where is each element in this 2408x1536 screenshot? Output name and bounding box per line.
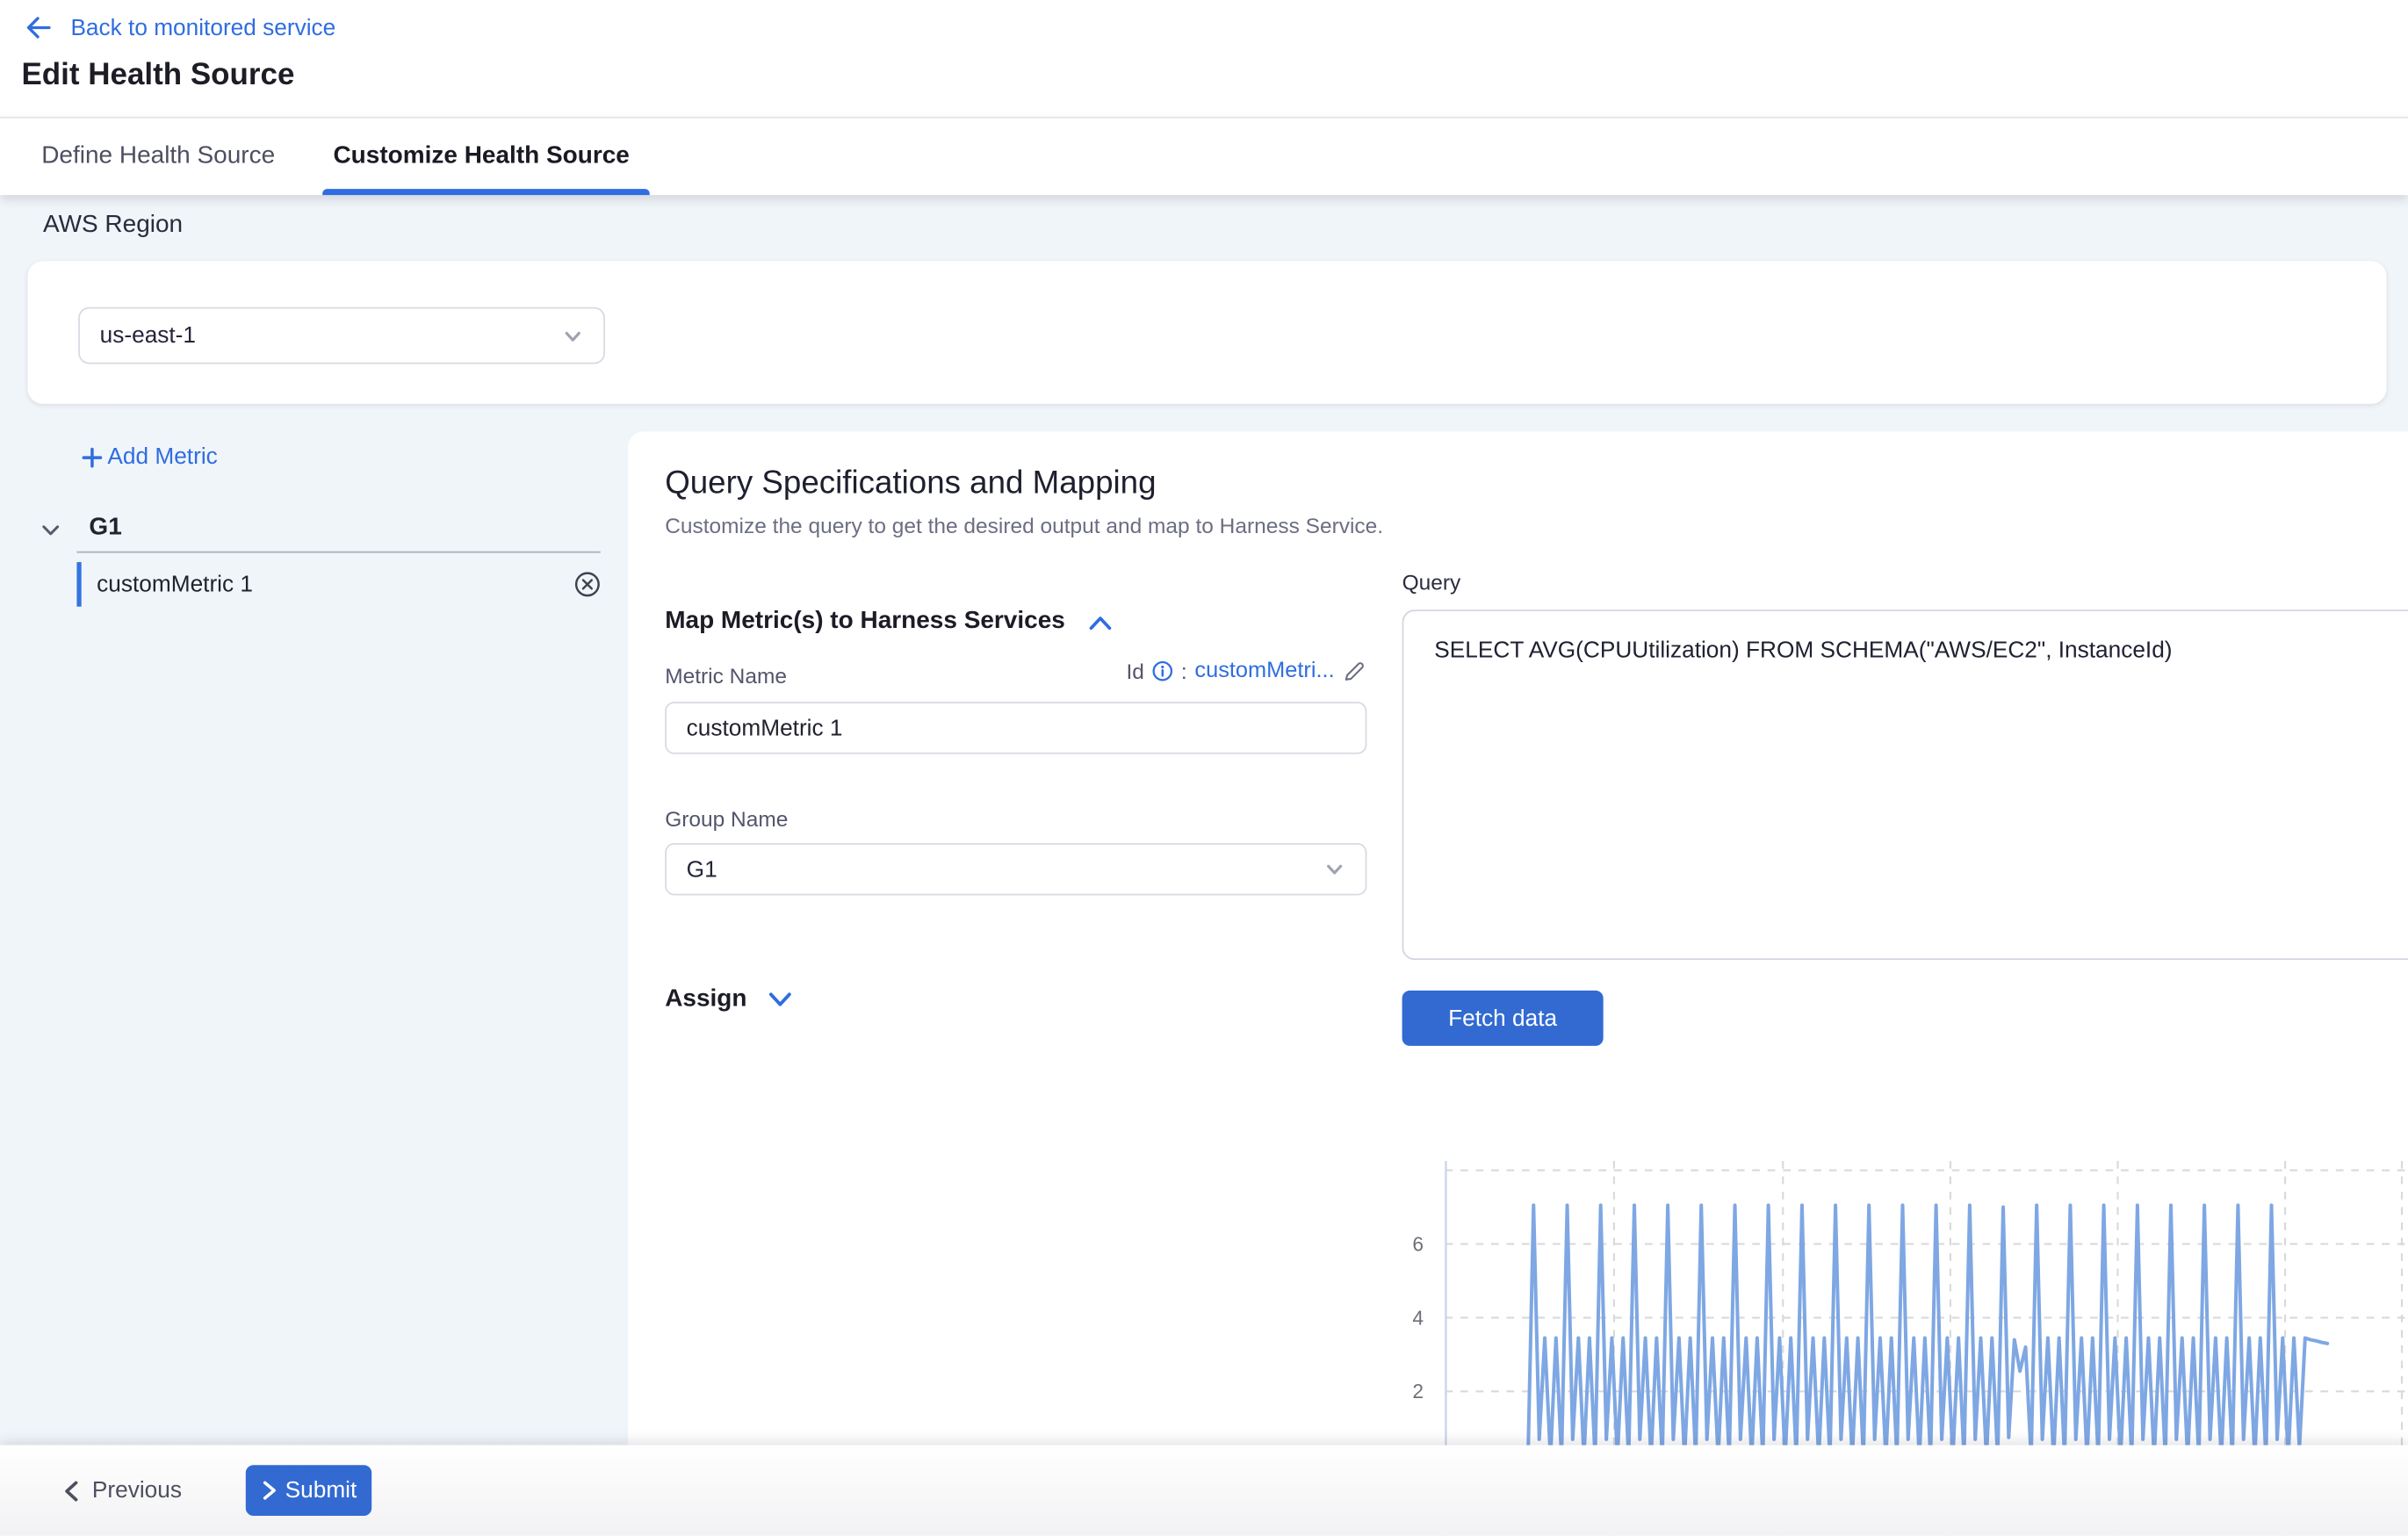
metric-item-label: customMetric 1 (97, 572, 574, 598)
selected-metric-indicator (76, 562, 81, 607)
footer-bar: Previous Submit (0, 1446, 2408, 1536)
group-name-select[interactable]: G1 (665, 843, 1366, 895)
id-separator: : (1181, 659, 1187, 683)
group-divider (76, 552, 600, 553)
active-tab-underline (322, 189, 649, 195)
previous-label: Previous (92, 1477, 182, 1504)
edit-health-source-page: Back to monitored service Edit Health So… (0, 0, 2408, 1536)
metric-group-header[interactable]: G1 (89, 515, 121, 542)
query-editor[interactable]: SELECT AVG(CPUUtilization) FROM SCHEMA("… (1402, 609, 2408, 960)
metric-name-input[interactable] (665, 702, 1366, 754)
back-arrow-icon (25, 14, 52, 41)
sidebar-item-custom-metric[interactable]: customMetric 1 (76, 562, 600, 607)
map-metrics-section-toggle[interactable]: Map Metric(s) to Harness Services (665, 608, 1113, 635)
health-source-tabbar: Define Health Source Customize Health So… (0, 117, 2408, 195)
circle-x-icon (574, 572, 601, 598)
aws-region-value: us-east-1 (80, 322, 562, 349)
group-name-value: G1 (667, 856, 1323, 883)
tab-customize-health-source[interactable]: Customize Health Source (333, 119, 629, 195)
add-metric-button[interactable]: Add Metric (82, 443, 218, 470)
submit-label: Submit (285, 1477, 357, 1504)
metric-name-label: Metric Name (665, 663, 787, 688)
chevron-down-icon (39, 517, 63, 542)
plus-icon (82, 446, 103, 467)
chevron-down-icon (1323, 859, 1345, 880)
previous-button[interactable]: Previous (61, 1446, 182, 1536)
chevron-left-icon (61, 1480, 82, 1501)
chevron-down-icon (767, 989, 794, 1010)
edit-pencil-icon[interactable] (1342, 659, 1366, 683)
assign-section-toggle[interactable]: Assign (665, 986, 794, 1013)
back-to-monitored-service-link[interactable]: Back to monitored service (25, 14, 335, 41)
metric-id-row: Id : customMetri... (906, 659, 1367, 683)
chevron-right-icon (261, 1481, 278, 1501)
assign-label: Assign (665, 986, 746, 1013)
remove-metric-button[interactable] (574, 572, 601, 598)
back-link-label: Back to monitored service (70, 15, 335, 41)
chevron-down-icon (562, 325, 583, 346)
submit-button[interactable]: Submit (246, 1465, 371, 1516)
query-specifications-panel (628, 431, 2408, 1535)
section-subheading: Customize the query to get the desired o… (665, 513, 1383, 537)
aws-region-card: us-east-1 (27, 261, 2386, 404)
group-name-label: Group Name (665, 806, 788, 831)
info-icon[interactable] (1152, 660, 1173, 681)
id-label: Id (1126, 659, 1143, 683)
group-collapse-chevron[interactable] (39, 517, 63, 550)
tab-define-health-source[interactable]: Define Health Source (41, 119, 275, 195)
map-metrics-label: Map Metric(s) to Harness Services (665, 608, 1065, 635)
aws-region-label: AWS Region (43, 212, 183, 239)
metric-id-value-link[interactable]: customMetri... (1194, 659, 1334, 683)
section-heading: Query Specifications and Mapping (665, 465, 1156, 502)
chevron-up-icon (1086, 612, 1113, 632)
page-header: Back to monitored service Edit Health So… (0, 0, 2408, 117)
fetch-data-button[interactable]: Fetch data (1402, 991, 1604, 1046)
aws-region-select[interactable]: us-east-1 (78, 307, 605, 364)
query-label: Query (1402, 570, 1461, 595)
add-metric-label: Add Metric (107, 443, 217, 470)
page-title: Edit Health Source (21, 58, 294, 93)
